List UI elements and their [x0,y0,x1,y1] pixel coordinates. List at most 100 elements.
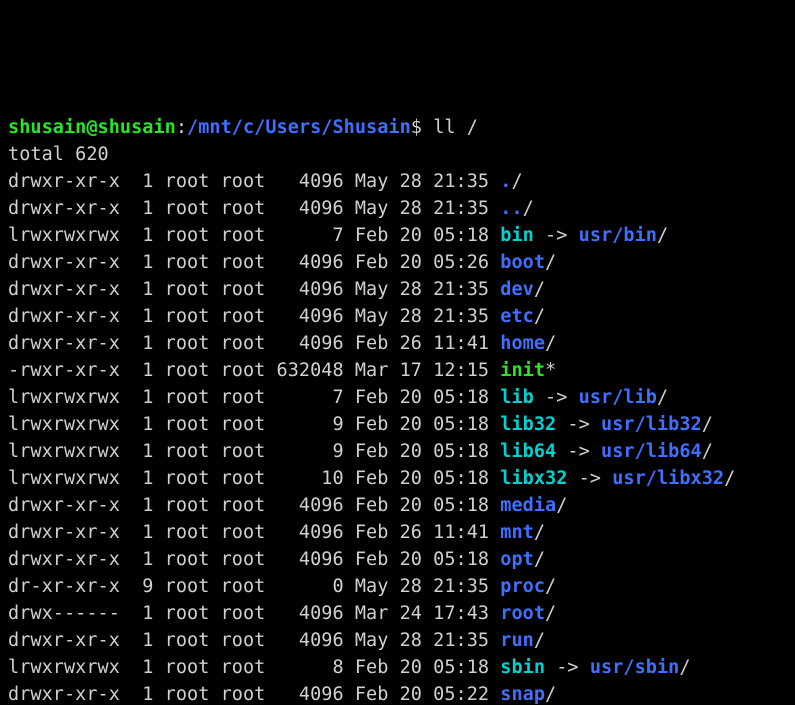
symlink-arrow: -> [534,225,579,246]
slash-suffix: / [523,198,534,219]
ls-row-meta: lrwxrwxrwx 1 root root 7 Feb 20 05:18 [8,387,500,408]
ls-row-name: home [500,333,545,354]
ls-row: drwxr-xr-x 1 root root 4096 May 28 21:35… [8,168,787,195]
prompt-colon: : [176,117,187,138]
slash-suffix: / [657,225,668,246]
symlink-target: usr/lib [579,387,657,408]
slash-suffix: / [534,522,545,543]
ls-row: drwx------ 1 root root 4096 Mar 24 17:43… [8,600,787,627]
ls-row-name: opt [500,549,534,570]
slash-suffix: / [534,306,545,327]
ls-row-meta: drwxr-xr-x 1 root root 4096 May 28 21:35 [8,198,500,219]
exec-suffix: * [545,360,556,381]
ls-row-name: sbin [500,657,545,678]
ls-row-meta: drwxr-xr-x 1 root root 4096 May 28 21:35 [8,171,500,192]
ls-row-name: boot [500,252,545,273]
ls-row-name: libx32 [500,468,567,489]
slash-suffix: / [545,333,556,354]
ls-row: dr-xr-xr-x 9 root root 0 May 28 21:35 pr… [8,573,787,600]
ls-row-meta: -rwxr-xr-x 1 root root 632048 Mar 17 12:… [8,360,500,381]
terminal[interactable]: shusain@shusain:/mnt/c/Users/Shusain$ ll… [8,114,787,705]
ls-row-name: .. [500,198,522,219]
prompt-path: /mnt/c/Users/Shusain [187,117,411,138]
slash-suffix: / [534,549,545,570]
ls-row: drwxr-xr-x 1 root root 4096 May 28 21:35… [8,195,787,222]
symlink-arrow: -> [534,387,579,408]
slash-suffix: / [534,279,545,300]
symlink-target: usr/lib32 [601,414,702,435]
ls-row-meta: drwxr-xr-x 1 root root 4096 Feb 26 11:41 [8,333,500,354]
ls-row: lrwxrwxrwx 1 root root 7 Feb 20 05:18 li… [8,384,787,411]
symlink-arrow: -> [556,441,601,462]
ls-row: drwxr-xr-x 1 root root 4096 May 28 21:35… [8,276,787,303]
slash-suffix: / [545,603,556,624]
symlink-arrow: -> [567,468,612,489]
ls-row: -rwxr-xr-x 1 root root 632048 Mar 17 12:… [8,357,787,384]
slash-suffix: / [679,657,690,678]
total-line: total 620 [8,141,787,168]
ls-row: lrwxrwxrwx 1 root root 9 Feb 20 05:18 li… [8,411,787,438]
ls-row-meta: drwxr-xr-x 1 root root 4096 Feb 20 05:18 [8,495,500,516]
ls-row-meta: lrwxrwxrwx 1 root root 9 Feb 20 05:18 [8,414,500,435]
symlink-arrow: -> [556,414,601,435]
ls-row-meta: drwxr-xr-x 1 root root 4096 Feb 20 05:22 [8,684,500,705]
ls-row-name: bin [500,225,534,246]
ls-row-name: lib [500,387,534,408]
ls-row-meta: lrwxrwxrwx 1 root root 7 Feb 20 05:18 [8,225,500,246]
ls-row: drwxr-xr-x 1 root root 4096 Feb 20 05:26… [8,249,787,276]
ls-row-name: lib64 [500,441,556,462]
ls-row-meta: drwx------ 1 root root 4096 Mar 24 17:43 [8,603,500,624]
ls-row-meta: dr-xr-xr-x 9 root root 0 May 28 21:35 [8,576,500,597]
ls-row-name: proc [500,576,545,597]
symlink-target: usr/bin [579,225,657,246]
ls-row: drwxr-xr-x 1 root root 4096 Feb 26 11:41… [8,519,787,546]
ls-row-name: . [500,171,511,192]
ls-row-meta: lrwxrwxrwx 1 root root 10 Feb 20 05:18 [8,468,500,489]
ls-row-name: lib32 [500,414,556,435]
prompt-user-host: shusain@shusain [8,117,176,138]
symlink-target: usr/sbin [590,657,680,678]
ls-row: drwxr-xr-x 1 root root 4096 Feb 20 05:18… [8,546,787,573]
slash-suffix: / [702,414,713,435]
prompt-line: shusain@shusain:/mnt/c/Users/Shusain$ ll… [8,114,787,141]
ls-row-meta: lrwxrwxrwx 1 root root 8 Feb 20 05:18 [8,657,500,678]
ls-row: lrwxrwxrwx 1 root root 8 Feb 20 05:18 sb… [8,654,787,681]
ls-row: lrwxrwxrwx 1 root root 7 Feb 20 05:18 bi… [8,222,787,249]
ls-row-meta: drwxr-xr-x 1 root root 4096 Feb 20 05:26 [8,252,500,273]
slash-suffix: / [534,630,545,651]
slash-suffix: / [545,576,556,597]
symlink-target: usr/libx32 [612,468,724,489]
ls-row-name: init [500,360,545,381]
ls-row: lrwxrwxrwx 1 root root 10 Feb 20 05:18 l… [8,465,787,492]
ls-row-meta: drwxr-xr-x 1 root root 4096 May 28 21:35 [8,306,500,327]
ls-row-name: run [500,630,534,651]
slash-suffix: / [511,171,522,192]
ls-row-name: mnt [500,522,534,543]
ls-row-meta: lrwxrwxrwx 1 root root 9 Feb 20 05:18 [8,441,500,462]
slash-suffix: / [545,252,556,273]
prompt-dollar: $ [411,117,422,138]
ls-row-name: media [500,495,556,516]
slash-suffix: / [556,495,567,516]
symlink-target: usr/lib64 [601,441,702,462]
slash-suffix: / [657,387,668,408]
slash-suffix: / [702,441,713,462]
ls-row: drwxr-xr-x 1 root root 4096 Feb 20 05:22… [8,681,787,705]
ls-row: drwxr-xr-x 1 root root 4096 Feb 26 11:41… [8,330,787,357]
ls-row-name: snap [500,684,545,705]
ls-row-name: root [500,603,545,624]
command: ll / [422,117,478,138]
slash-suffix: / [724,468,735,489]
ls-row-meta: drwxr-xr-x 1 root root 4096 Feb 20 05:18 [8,549,500,570]
ls-row: drwxr-xr-x 1 root root 4096 Feb 20 05:18… [8,492,787,519]
ls-row-meta: drwxr-xr-x 1 root root 4096 Feb 26 11:41 [8,522,500,543]
ls-row-meta: drwxr-xr-x 1 root root 4096 May 28 21:35 [8,630,500,651]
ls-row-meta: drwxr-xr-x 1 root root 4096 May 28 21:35 [8,279,500,300]
symlink-arrow: -> [545,657,590,678]
ls-row: drwxr-xr-x 1 root root 4096 May 28 21:35… [8,627,787,654]
slash-suffix: / [545,684,556,705]
ls-row-name: dev [500,279,534,300]
ls-row-name: etc [500,306,534,327]
ls-row: drwxr-xr-x 1 root root 4096 May 28 21:35… [8,303,787,330]
ls-row: lrwxrwxrwx 1 root root 9 Feb 20 05:18 li… [8,438,787,465]
